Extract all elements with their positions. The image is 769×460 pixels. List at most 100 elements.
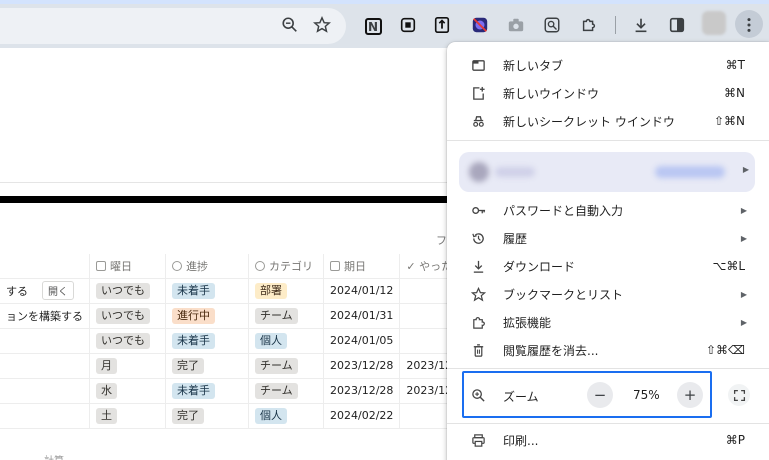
menu-item-label: パスワードと自動入力 <box>503 203 624 218</box>
puzzle-icon[interactable] <box>577 13 601 37</box>
cell-category[interactable]: 個人 <box>248 328 324 354</box>
cell-progress[interactable]: 完了 <box>165 403 249 429</box>
extension-icon[interactable] <box>396 13 420 37</box>
column-header-progress[interactable]: 進捗 <box>165 254 249 279</box>
menu-item-shortcut: ⇧⌘N <box>713 114 745 128</box>
open-button-label: 開く <box>48 287 68 298</box>
cell-progress[interactable]: 未着手 <box>165 378 249 404</box>
more-vert-icon[interactable] <box>737 13 761 37</box>
cell-category[interactable]: 個人 <box>248 403 324 429</box>
menu-item-new-window[interactable]: 新しいウインドウ ⌘N <box>447 79 769 107</box>
incognito-icon <box>470 113 486 129</box>
cell-due[interactable]: 2024/01/05 <box>323 328 401 354</box>
cell-due[interactable]: 2024/01/12 <box>323 278 401 304</box>
menu-item-bookmarks-lists[interactable]: ブックマークとリスト ▶ <box>447 280 769 308</box>
menu-item-downloads[interactable]: ダウンロード ⌥⌘L <box>447 252 769 280</box>
progress-tag: 未着手 <box>172 332 215 349</box>
zoom-out-icon[interactable] <box>278 13 302 37</box>
bookmark-star-icon[interactable] <box>310 13 334 37</box>
cell-day[interactable]: いつでも <box>89 278 166 304</box>
check-icon: ✓ <box>406 259 420 273</box>
menu-item-new-tab[interactable]: 新しいタブ ⌘T <box>447 51 769 79</box>
cell-name[interactable] <box>0 378 90 404</box>
cell-day[interactable]: 土 <box>89 403 166 429</box>
column-header-due[interactable]: 期日 <box>323 254 401 279</box>
category-tag: チーム <box>255 307 298 324</box>
cell-name[interactable] <box>0 403 90 429</box>
menu-item-new-incognito-window[interactable]: 新しいシークレット ウインドウ ⇧⌘N <box>447 107 769 135</box>
table-row[interactable]: 土 完了 個人 2024/02/22 <box>0 403 471 429</box>
menu-item-history[interactable]: 履歴 ▶ <box>447 224 769 252</box>
cell-day[interactable]: いつでも <box>89 328 166 354</box>
category-tag: チーム <box>255 382 298 399</box>
day-tag: 水 <box>96 382 117 399</box>
cell-day[interactable]: 月 <box>89 353 166 379</box>
cell-due[interactable]: 2023/12/28 <box>323 378 401 404</box>
menu-item-label: ダウンロード <box>503 259 576 274</box>
fullscreen-button[interactable] <box>728 384 750 406</box>
table-row[interactable]: ョンを構築する いつでも 進行中 チーム 2024/01/31 <box>0 303 471 329</box>
table-footer-text: 計算 <box>44 452 64 460</box>
cell-progress[interactable]: 進行中 <box>165 303 249 329</box>
page-divider <box>0 182 450 183</box>
side-panel-icon[interactable] <box>665 13 689 37</box>
camera-icon[interactable] <box>504 13 528 37</box>
due-date: 2024/02/22 <box>330 409 394 422</box>
column-header-category[interactable]: カテゴリ <box>248 254 324 279</box>
progress-tag: 未着手 <box>172 382 215 399</box>
cell-due[interactable]: 2023/12/28 <box>323 353 401 379</box>
cell-day[interactable]: 水 <box>89 378 166 404</box>
cell-name[interactable] <box>0 328 90 354</box>
calendar-icon <box>96 260 106 271</box>
cell-category[interactable]: チーム <box>248 378 324 404</box>
menu-item-print[interactable]: 印刷... ⌘P <box>447 426 769 454</box>
day-tag: いつでも <box>96 307 150 324</box>
profile-row[interactable]: ▶ <box>459 152 755 192</box>
cell-name[interactable]: ョンを構築する <box>0 303 90 329</box>
cell-progress[interactable]: 未着手 <box>165 278 249 304</box>
table-row[interactable]: 月 完了 チーム 2023/12/28 2023/12/2 <box>0 353 471 379</box>
due-date: 2023/12/28 <box>330 384 394 397</box>
open-button[interactable]: 開く <box>42 281 74 300</box>
cell-name[interactable]: する 開く <box>0 278 90 304</box>
column-header-name[interactable] <box>0 254 90 279</box>
table-row[interactable]: 水 未着手 チーム 2023/12/28 2023/12/2 <box>0 378 471 404</box>
column-header-day[interactable]: 曜日 <box>89 254 166 279</box>
cell-progress[interactable]: 未着手 <box>165 328 249 354</box>
table-row[interactable]: いつでも 未着手 個人 2024/01/05 <box>0 328 471 354</box>
menu-item-shortcut: ⇧⌘⌫ <box>705 343 745 357</box>
cell-name[interactable] <box>0 353 90 379</box>
extension-icon[interactable] <box>468 13 492 37</box>
download-icon[interactable] <box>629 13 653 37</box>
table-row[interactable]: する 開く いつでも 未着手 部署 2024/01/12 <box>0 278 471 304</box>
cell-category[interactable]: 部署 <box>248 278 324 304</box>
browser-toolbar: N <box>0 0 769 48</box>
chevron-right-icon: ▶ <box>740 205 747 215</box>
menu-item-label: 印刷... <box>503 433 539 448</box>
cell-day[interactable]: いつでも <box>89 303 166 329</box>
cell-due[interactable]: 2024/02/22 <box>323 403 401 429</box>
day-tag: 月 <box>96 357 117 374</box>
history-icon <box>470 230 486 246</box>
progress-tag: 完了 <box>172 407 204 424</box>
menu-item-clear-browsing-data[interactable]: 閲覧履歴を消去... ⇧⌘⌫ <box>447 336 769 364</box>
notion-extension-icon[interactable]: N <box>361 13 385 37</box>
chevron-right-icon: ▶ <box>740 317 747 327</box>
download-icon <box>470 258 486 274</box>
filter-label[interactable]: フ <box>436 232 447 248</box>
column-header-label: 曜日 <box>110 259 132 273</box>
profile-avatar <box>469 162 489 182</box>
cell-category[interactable]: チーム <box>248 303 324 329</box>
menu-item-extensions[interactable]: 拡張機能 ▶ <box>447 308 769 336</box>
menu-item-shortcut: ⌥⌘L <box>712 259 745 273</box>
extension-icon[interactable] <box>540 13 564 37</box>
cell-progress[interactable]: 完了 <box>165 353 249 379</box>
cell-category[interactable]: チーム <box>248 353 324 379</box>
menu-item-passwords-autofill[interactable]: パスワードと自動入力 ▶ <box>447 196 769 224</box>
extension-icon[interactable] <box>430 13 454 37</box>
menu-item-label: 新しいシークレット ウインドウ <box>503 114 675 129</box>
cell-due[interactable]: 2024/01/31 <box>323 303 401 329</box>
progress-tag: 進行中 <box>172 307 215 324</box>
new-window-icon <box>470 85 486 101</box>
avatar[interactable] <box>702 11 726 35</box>
